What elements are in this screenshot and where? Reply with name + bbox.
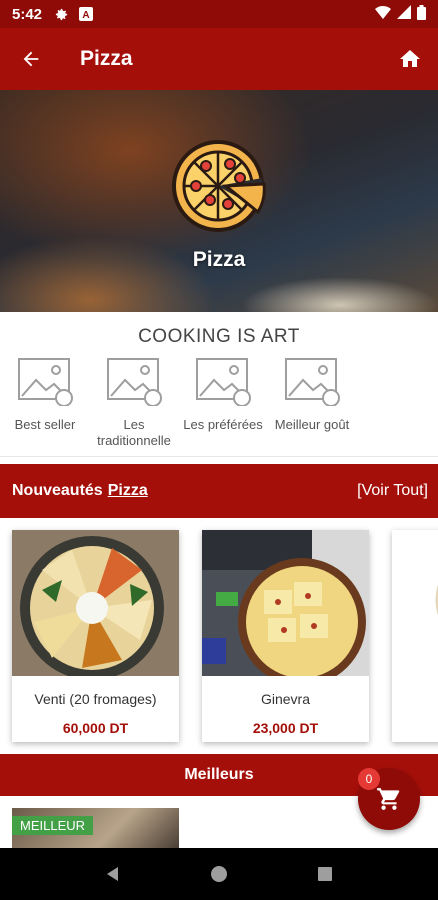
home-icon[interactable] [382, 28, 438, 90]
app-bar: Pizza [0, 28, 438, 90]
category-label: Les traditionnelle [97, 417, 171, 448]
category-hero-banner: Pizza [0, 90, 438, 312]
category-best-seller[interactable]: Best seller [0, 356, 90, 433]
arrow-back-icon[interactable] [0, 28, 62, 90]
image-placeholder-icon [107, 358, 162, 407]
page-title: Pizza [80, 47, 133, 70]
category-preferees[interactable]: Les préférées [178, 356, 268, 433]
system-nav-bar [0, 848, 438, 900]
product-carousel[interactable]: Venti (20 fromages) 60,000 DT Ginevra 23… [0, 518, 438, 754]
category-list: Best seller Les traditionnelle Les préfé… [0, 356, 438, 456]
wifi-icon [375, 5, 391, 23]
section-title-cooking: COOKING IS ART [138, 326, 300, 347]
new-items-category-link[interactable]: Pizza [108, 482, 148, 500]
home-circle-icon[interactable] [199, 854, 239, 894]
product-card[interactable]: Ginevra 23,000 DT [202, 530, 369, 742]
product-card[interactable] [392, 530, 438, 742]
hero-label: Pizza [192, 248, 246, 271]
svg-text:A: A [82, 10, 89, 21]
see-all-link[interactable]: [Voir Tout] [357, 482, 428, 500]
recents-square-icon[interactable] [305, 854, 345, 894]
cart-icon [377, 788, 400, 810]
product-image [435, 584, 438, 616]
category-label: Best seller [14, 417, 76, 432]
category-label: Les préférées [183, 417, 263, 432]
cart-count-badge: 0 [358, 768, 380, 790]
category-traditionnelle[interactable]: Les traditionnelle [89, 356, 179, 449]
image-placeholder-icon [285, 358, 340, 407]
back-triangle-icon[interactable] [93, 854, 133, 894]
product-image [202, 530, 369, 686]
new-items-prefix: Nouveautés [12, 482, 103, 499]
best-product-card[interactable]: MEILLEUR [12, 808, 179, 848]
new-items-header: Nouveautés Pizza [Voir Tout] [0, 464, 438, 518]
signal-icon [397, 5, 411, 23]
product-name: Ginevra [260, 691, 311, 707]
product-image [12, 530, 179, 680]
pizza-icon [172, 140, 266, 232]
product-price: 23,000 DT [252, 720, 319, 736]
category-meilleur-gout[interactable]: Meilleur goût [267, 356, 357, 433]
status-time: 5:42 [12, 5, 43, 23]
best-badge: MEILLEUR [12, 816, 94, 835]
a-badge-icon: A [79, 7, 94, 21]
product-price: 60,000 DT [62, 720, 129, 736]
battery-icon [417, 4, 426, 24]
image-placeholder-icon [18, 358, 73, 407]
gear-icon [54, 7, 69, 22]
product-name: Venti (20 fromages) [34, 691, 157, 707]
product-card[interactable]: Venti (20 fromages) 60,000 DT [12, 530, 179, 742]
image-placeholder-icon [196, 358, 251, 407]
status-bar: 5:42 A [0, 0, 438, 28]
category-label: Meilleur goût [274, 417, 350, 432]
divider [0, 456, 438, 457]
